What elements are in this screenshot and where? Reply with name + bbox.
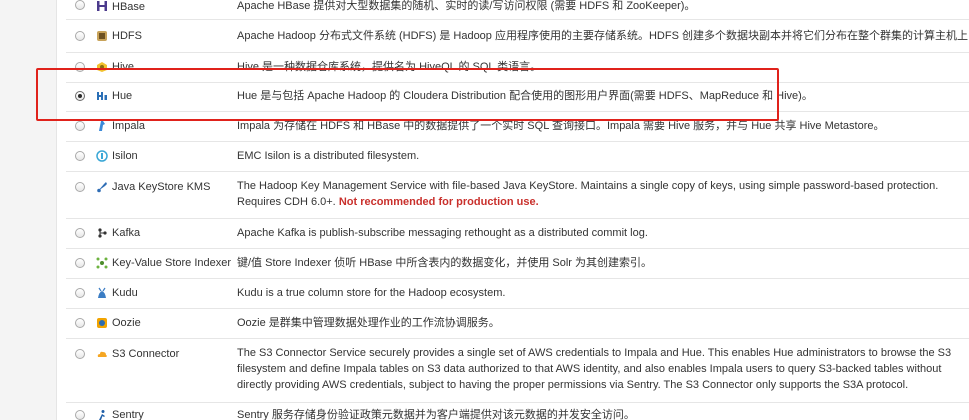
service-name: Isilon xyxy=(112,150,138,162)
service-description: Oozie 是群集中管理数据处理作业的工作流协调服务。 xyxy=(237,317,500,329)
hdfs-icon xyxy=(96,30,108,42)
service-radio-hdfs[interactable] xyxy=(75,31,85,41)
service-description: Apache HBase 提供对大型数据集的随机、实时的读/写访问权限 (需要 … xyxy=(237,0,696,12)
service-radio-hue[interactable] xyxy=(75,91,85,101)
service-description: Hue 是与包括 Apache Hadoop 的 Cloudera Distri… xyxy=(237,90,813,102)
kudu-icon xyxy=(96,287,108,299)
service-row-key-value-store-indexer[interactable]: Key-Value Store Indexer 键/值 Store Indexe… xyxy=(66,249,969,279)
service-name: Sentry xyxy=(112,409,144,420)
service-radio-kudu[interactable] xyxy=(75,288,85,298)
service-row-oozie[interactable]: Oozie Oozie 是群集中管理数据处理作业的工作流协调服务。 xyxy=(66,309,969,339)
service-name: Kafka xyxy=(112,227,141,239)
service-name: Hive xyxy=(112,61,135,73)
service-row-hue[interactable]: Hue Hue 是与包括 Apache Hadoop 的 Cloudera Di… xyxy=(66,83,969,112)
service-radio-hbase[interactable] xyxy=(75,0,85,10)
hive-icon xyxy=(96,61,108,73)
service-description: Apache Kafka is publish-subscribe messag… xyxy=(237,227,648,239)
service-description: 键/值 Store Indexer 侦听 HBase 中所含表内的数据变化，并使… xyxy=(237,257,653,269)
service-name: S3 Connector xyxy=(112,348,180,360)
service-row-sentry[interactable]: Sentry Sentry 服务存储身份验证政策元数据并为客户端提供对该元数据的… xyxy=(66,403,969,420)
service-table: HBase Apache HBase 提供对大型数据集的随机、实时的读/写访问权… xyxy=(66,0,969,420)
service-radio-s3-connector[interactable] xyxy=(75,349,85,359)
isilon-icon xyxy=(96,150,108,162)
service-radio-java-keystore-kms[interactable] xyxy=(75,182,85,192)
service-row-hdfs[interactable]: HDFS Apache Hadoop 分布式文件系统 (HDFS) 是 Hado… xyxy=(66,20,969,53)
oozie-icon xyxy=(96,317,108,329)
service-name: Impala xyxy=(112,120,146,132)
hue-icon xyxy=(96,90,108,102)
service-description: EMC Isilon is a distributed filesystem. xyxy=(237,150,420,162)
service-radio-isilon[interactable] xyxy=(75,151,85,161)
hbase-icon xyxy=(96,0,108,12)
left-gutter xyxy=(0,0,57,420)
service-description: The S3 Connector Service securely provid… xyxy=(237,347,952,391)
service-name: HBase xyxy=(112,1,146,13)
service-name: Key-Value Store Indexer xyxy=(112,257,232,269)
service-description: Apache Hadoop 分布式文件系统 (HDFS) 是 Hadoop 应用… xyxy=(237,30,969,42)
sentry-icon xyxy=(96,409,108,420)
service-name: Kudu xyxy=(112,287,138,299)
service-radio-key-value-store-indexer[interactable] xyxy=(75,258,85,268)
service-row-java-keystore-kms[interactable]: Java KeyStore KMS The Hadoop Key Managem… xyxy=(66,172,969,219)
kafka-icon xyxy=(96,227,108,239)
service-row-kafka[interactable]: Kafka Apache Kafka is publish-subscribe … xyxy=(66,219,969,249)
warning-text: Not recommended for production use. xyxy=(338,196,539,208)
service-name: Hue xyxy=(112,90,133,102)
s3-connector-icon xyxy=(96,348,108,360)
key-value-store-indexer-icon xyxy=(96,257,108,269)
service-row-isilon[interactable]: Isilon EMC Isilon is a distributed files… xyxy=(66,142,969,172)
service-row-s3-connector[interactable]: S3 Connector The S3 Connector Service se… xyxy=(66,339,969,403)
service-description: Hive 是一种数据仓库系统，提供名为 HiveQL 的 SQL 类语言。 xyxy=(237,61,542,73)
service-description: Sentry 服务存储身份验证政策元数据并为客户端提供对该元数据的并发安全访问。 xyxy=(237,409,635,420)
service-row-hive[interactable]: Hive Hive 是一种数据仓库系统，提供名为 HiveQL 的 SQL 类语… xyxy=(66,53,969,83)
service-row-hbase[interactable]: HBase Apache HBase 提供对大型数据集的随机、实时的读/写访问权… xyxy=(66,0,969,20)
service-row-impala[interactable]: Impala Impala 为存储在 HDFS 和 HBase 中的数据提供了一… xyxy=(66,112,969,142)
service-name: HDFS xyxy=(112,30,142,42)
service-description: Kudu is a true column store for the Hado… xyxy=(237,287,506,299)
service-row-kudu[interactable]: Kudu Kudu is a true column store for the… xyxy=(66,279,969,309)
service-name: Java KeyStore KMS xyxy=(112,181,211,193)
java-keystore-icon xyxy=(96,181,108,193)
service-radio-sentry[interactable] xyxy=(75,410,85,420)
service-radio-hive[interactable] xyxy=(75,62,85,72)
service-description: The Hadoop Key Management Service with f… xyxy=(237,178,969,210)
service-radio-oozie[interactable] xyxy=(75,318,85,328)
service-description: Impala 为存储在 HDFS 和 HBase 中的数据提供了一个实时 SQL… xyxy=(237,120,885,132)
impala-icon xyxy=(96,120,108,132)
service-name: Oozie xyxy=(112,317,141,329)
service-radio-impala[interactable] xyxy=(75,121,85,131)
service-radio-kafka[interactable] xyxy=(75,228,85,238)
